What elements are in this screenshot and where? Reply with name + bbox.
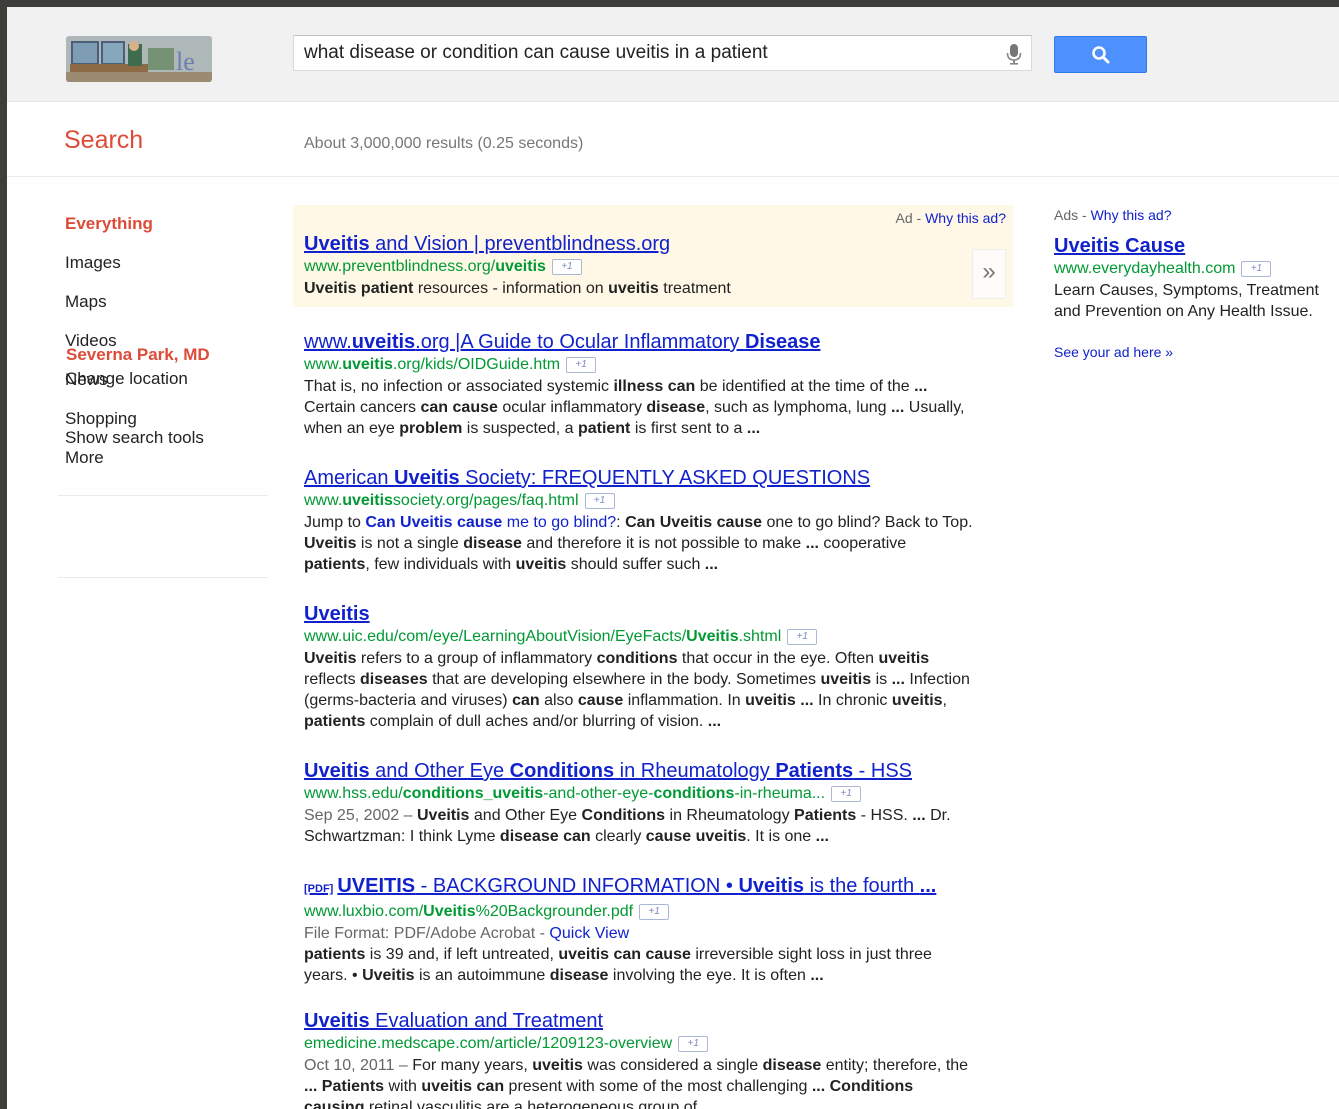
nav-divider [58, 495, 268, 496]
search-result: Uveitis and Other Eye Conditions in Rheu… [304, 759, 976, 847]
top-bar: le [7, 7, 1339, 102]
search-input[interactable] [304, 36, 984, 70]
result-snippet: That is, no infection or associated syst… [304, 378, 965, 437]
nav-shopping[interactable]: Shopping [65, 409, 137, 429]
change-location-link[interactable]: Change location [65, 369, 188, 389]
why-this-ad-link[interactable]: Why this ad? [925, 210, 1006, 226]
result-snippet: Jump to Can Uveitis cause me to go blind… [304, 514, 973, 573]
result-url: www.uic.edu/com/eye/LearningAboutVision/… [304, 626, 976, 648]
ad-title-link[interactable]: Uveitis and Vision | preventblindness.or… [304, 232, 976, 256]
plus-one-button[interactable]: +1 [787, 628, 818, 645]
ad-result: Uveitis and Vision | preventblindness.or… [304, 232, 976, 299]
nav-divider [58, 577, 268, 578]
results-header: Search About 3,000,000 results (0.25 sec… [7, 102, 1339, 177]
rhs-ad-line: and Prevention on Any Health Issue. [1054, 303, 1313, 320]
search-box[interactable] [293, 35, 1032, 71]
search-result: Uveitis www.uic.edu/com/eye/LearningAbou… [304, 602, 976, 732]
search-result: [PDF] UVEITIS - BACKGROUND INFORMATION • … [304, 874, 976, 986]
svg-text:le: le [176, 47, 195, 76]
result-title-link[interactable]: www.uveitis.org |A Guide to Ocular Infla… [304, 330, 976, 354]
why-this-ad-link[interactable]: Why this ad? [1091, 207, 1172, 223]
right-ads: Ads - Why this ad? Uveitis Cause www.eve… [1054, 207, 1339, 360]
search-section-title: Search [64, 126, 144, 154]
result-title-link[interactable]: Uveitis [304, 602, 976, 626]
show-search-tools-link[interactable]: Show search tools [65, 428, 204, 448]
result-title-link[interactable]: Uveitis and Other Eye Conditions in Rheu… [304, 759, 976, 783]
plus-one-button[interactable]: +1 [678, 1035, 709, 1052]
result-title-link[interactable]: [PDF] UVEITIS - BACKGROUND INFORMATION • … [304, 874, 976, 901]
microphone-icon[interactable] [1006, 43, 1022, 65]
result-snippet: Sep 25, 2002 – Uveitis and Other Eye Con… [304, 807, 951, 845]
result-snippet: Oct 10, 2011 – For many years, uveitis w… [304, 1057, 969, 1109]
search-result: www.uveitis.org |A Guide to Ocular Infla… [304, 330, 976, 439]
search-result: Uveitis Evaluation and Treatment emedici… [304, 1009, 976, 1109]
location-name: Severna Park, MD [66, 345, 210, 364]
google-doodle-logo[interactable]: le [66, 36, 212, 82]
result-snippet: Uveitis refers to a group of inflammator… [304, 650, 970, 730]
result-stats: About 3,000,000 results (0.25 seconds) [304, 135, 584, 152]
ads-label: Ads - Why this ad? [1054, 207, 1172, 223]
result-url: emedicine.medscape.com/article/1209123-o… [304, 1033, 976, 1055]
nav-images[interactable]: Images [65, 253, 121, 273]
result-file-format: File Format: PDF/Adobe Acrobat - Quick V… [304, 925, 630, 942]
plus-one-button[interactable]: +1 [639, 903, 670, 920]
plus-one-button[interactable]: +1 [1241, 260, 1272, 277]
rhs-ad-title-link[interactable]: Uveitis Cause [1054, 235, 1339, 258]
nav-more[interactable]: More [65, 448, 104, 468]
rhs-ad-line: Learn Causes, Symptoms, Treatment [1054, 282, 1319, 299]
result-url: www.hss.edu/conditions_uveitis-and-other… [304, 783, 976, 805]
search-button[interactable] [1054, 36, 1147, 73]
plus-one-button[interactable]: +1 [551, 258, 582, 275]
ad-preview-arrow-icon[interactable]: » [972, 249, 1006, 299]
result-title-link[interactable]: American Uveitis Society: FREQUENTLY ASK… [304, 466, 976, 490]
plus-one-button[interactable]: +1 [831, 785, 862, 802]
see-your-ad-here-link[interactable]: See your ad here » [1054, 344, 1339, 360]
search-icon [1092, 46, 1110, 64]
ad-snippet: Uveitis patient resources - information … [304, 280, 731, 297]
plus-one-button[interactable]: +1 [584, 492, 615, 509]
browser-page: le Search About 3,000,000 [7, 7, 1339, 1109]
ad-url: www.preventblindness.org/uveitis +1 [304, 256, 976, 278]
result-url: www.uveitissociety.org/pages/faq.html +1 [304, 490, 976, 512]
nav-maps[interactable]: Maps [65, 292, 107, 312]
result-title-link[interactable]: Uveitis Evaluation and Treatment [304, 1009, 976, 1033]
result-url: www.uveitis.org/kids/OIDGuide.htm +1 [304, 354, 976, 376]
jump-to-link[interactable]: Can Uveitis cause me to go blind? [365, 514, 616, 531]
plus-one-button[interactable]: +1 [566, 356, 597, 373]
quick-view-link[interactable]: Quick View [549, 925, 629, 942]
pdf-tag: [PDF] [304, 883, 334, 895]
search-result: American Uveitis Society: FREQUENTLY ASK… [304, 466, 976, 575]
result-url: www.luxbio.com/Uveitis%20Backgrounder.pd… [304, 901, 976, 923]
result-snippet: patients is 39 and, if left untreated, u… [304, 946, 932, 984]
nav-everything[interactable]: Everything [65, 214, 153, 234]
rhs-ad-url: www.everydayhealth.com +1 [1054, 258, 1339, 280]
ad-label: Ad - Why this ad? [895, 210, 1006, 226]
